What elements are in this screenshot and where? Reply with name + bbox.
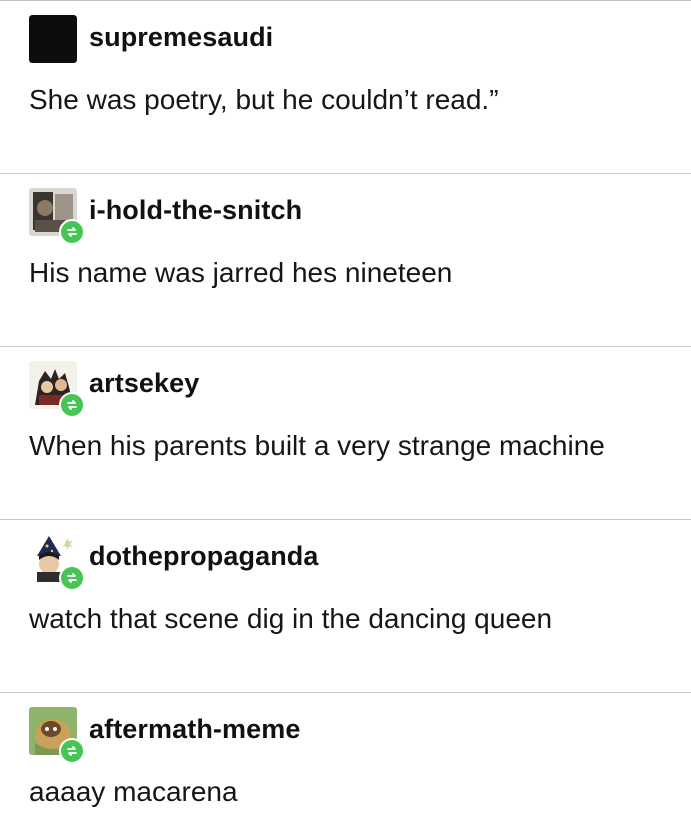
reblog-badge xyxy=(59,738,85,764)
post-item: artsekey When his parents built a very s… xyxy=(0,347,691,520)
avatar[interactable] xyxy=(29,15,77,63)
post-header: artsekey xyxy=(29,361,199,418)
post-text: His name was jarred hes nineteen xyxy=(29,257,453,288)
black-square-avatar-icon xyxy=(29,15,77,63)
reblog-icon xyxy=(67,573,77,583)
post-text: aaaay macarena xyxy=(29,776,238,807)
avatar-wrap[interactable] xyxy=(29,361,85,418)
reblog-icon xyxy=(67,227,77,237)
reblog-icon xyxy=(67,400,77,410)
username[interactable]: dothepropaganda xyxy=(89,542,319,570)
post-item: i-hold-the-snitch His name was jarred he… xyxy=(0,174,691,347)
avatar-wrap[interactable] xyxy=(29,707,85,764)
reblog-badge xyxy=(59,219,85,245)
reblog-icon xyxy=(67,746,77,756)
avatar-wrap[interactable] xyxy=(29,188,85,245)
post-text: watch that scene dig in the dancing quee… xyxy=(29,603,553,634)
post-header: aftermath-meme xyxy=(29,707,300,764)
avatar-wrap[interactable] xyxy=(29,15,77,63)
username[interactable]: artsekey xyxy=(89,369,199,397)
username[interactable]: aftermath-meme xyxy=(89,715,300,743)
reblog-badge xyxy=(59,565,85,591)
post-item: supremesaudi She was poetry, but he coul… xyxy=(0,1,691,174)
post-item: dothepropaganda watch that scene dig in … xyxy=(0,520,691,693)
username[interactable]: supremesaudi xyxy=(89,23,273,51)
post-header: supremesaudi xyxy=(29,15,273,63)
reblog-badge xyxy=(59,392,85,418)
avatar-wrap[interactable] xyxy=(29,534,85,591)
post-header: i-hold-the-snitch xyxy=(29,188,302,245)
reblog-thread: supremesaudi She was poetry, but he coul… xyxy=(0,0,691,824)
post-text: She was poetry, but he couldn’t read.” xyxy=(29,84,499,115)
post-text: When his parents built a very strange ma… xyxy=(29,430,605,461)
post-item: aftermath-meme aaaay macarena xyxy=(0,693,691,825)
post-header: dothepropaganda xyxy=(29,534,319,591)
username[interactable]: i-hold-the-snitch xyxy=(89,196,302,224)
